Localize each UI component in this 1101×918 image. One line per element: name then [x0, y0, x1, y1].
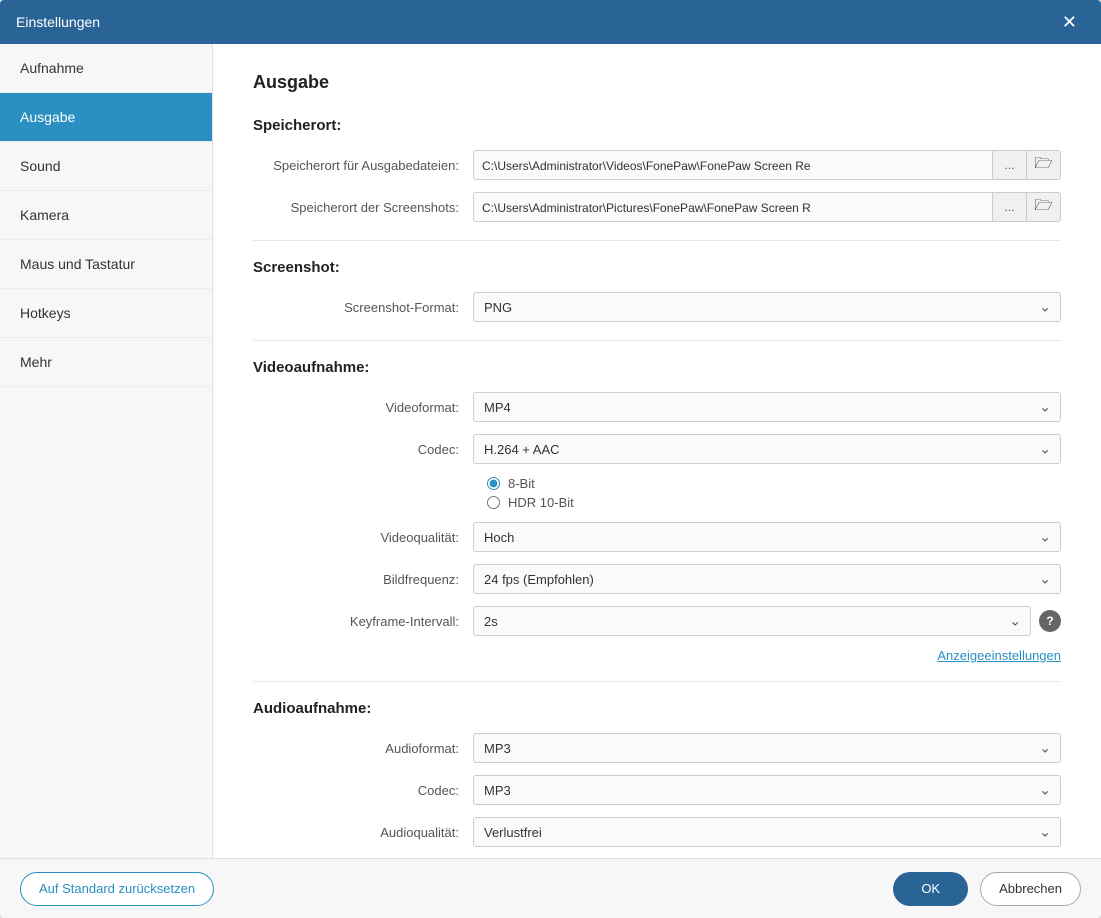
- title-bar: Einstellungen ✕: [0, 0, 1101, 44]
- keyframe-help-icon[interactable]: ?: [1039, 610, 1061, 632]
- screenshot-label: Speicherort der Screenshots:: [253, 200, 473, 215]
- ausgabe-label: Speicherort für Ausgabedateien:: [253, 158, 473, 173]
- sidebar-item-hotkeys[interactable]: Hotkeys: [0, 289, 212, 338]
- keyframe-label: Keyframe-Intervall:: [253, 614, 473, 629]
- sidebar-item-mehr[interactable]: Mehr: [0, 338, 212, 387]
- bildfrequenz-select[interactable]: 24 fps (Empfohlen) 30 fps 60 fps: [473, 564, 1061, 594]
- footer: Auf Standard zurücksetzen OK Abbrechen: [0, 858, 1101, 918]
- ausgabe-folder-button[interactable]: 🗁: [1027, 150, 1061, 180]
- ausgabe-path-wrap: C:\Users\Administrator\Videos\FonePaw\Fo…: [473, 150, 1061, 180]
- keyframe-select-wrap: 2s 3s 5s 10s ⌄: [473, 606, 1031, 636]
- cancel-button[interactable]: Abbrechen: [980, 872, 1081, 906]
- speicherort-title: Speicherort:: [253, 117, 1061, 134]
- page-title: Ausgabe: [253, 72, 1061, 93]
- audio-qualitaet-select[interactable]: Verlustfrei Hoch Mittel Niedrig: [473, 817, 1061, 847]
- audio-qualitaet-select-wrap: Verlustfrei Hoch Mittel Niedrig ⌄: [473, 817, 1061, 847]
- qualitaet-select[interactable]: Hoch Mittel Niedrig: [473, 522, 1061, 552]
- sidebar-item-ausgabe[interactable]: Ausgabe: [0, 93, 212, 142]
- videoaufnahme-title: Videoaufnahme:: [253, 359, 1061, 376]
- keyframe-group: Keyframe-Intervall: 2s 3s 5s 10s ⌄ ?: [253, 606, 1061, 636]
- codec-group: Codec: H.264 + AAC H.265 + AAC VP9 ⌄: [253, 434, 1061, 464]
- audio-codec-label: Codec:: [253, 783, 473, 798]
- bildfrequenz-select-wrap: 24 fps (Empfohlen) 30 fps 60 fps ⌄: [473, 564, 1061, 594]
- sidebar-item-maus[interactable]: Maus und Tastatur: [0, 240, 212, 289]
- video-format-select[interactable]: MP4 AVI MOV MKV: [473, 392, 1061, 422]
- codec-label: Codec:: [253, 442, 473, 457]
- audio-qualitaet-group: Audioqualität: Verlustfrei Hoch Mittel N…: [253, 817, 1061, 847]
- keyframe-select[interactable]: 2s 3s 5s 10s: [473, 606, 1031, 636]
- screenshot-format-label: Screenshot-Format:: [253, 300, 473, 315]
- sidebar-item-sound[interactable]: Sound: [0, 142, 212, 191]
- sidebar: Aufnahme Ausgabe Sound Kamera Maus und T…: [0, 44, 213, 858]
- qualitaet-label: Videoqualität:: [253, 530, 473, 545]
- bildfrequenz-group: Bildfrequenz: 24 fps (Empfohlen) 30 fps …: [253, 564, 1061, 594]
- audio-codec-group: Codec: MP3 AAC ⌄: [253, 775, 1061, 805]
- radio-hdr-input[interactable]: [487, 496, 500, 509]
- radio-hdr-label: HDR 10-Bit: [508, 495, 574, 510]
- sidebar-item-kamera[interactable]: Kamera: [0, 191, 212, 240]
- video-format-label: Videoformat:: [253, 400, 473, 415]
- divider-1: [253, 240, 1061, 241]
- audio-format-label: Audioformat:: [253, 741, 473, 756]
- keyframe-wrap: 2s 3s 5s 10s ⌄ ?: [473, 606, 1061, 636]
- sidebar-item-aufnahme[interactable]: Aufnahme: [0, 44, 212, 93]
- qualitaet-group: Videoqualität: Hoch Mittel Niedrig ⌄: [253, 522, 1061, 552]
- radio-8bit-label: 8-Bit: [508, 476, 535, 491]
- screenshot-path-group: Speicherort der Screenshots: C:\Users\Ad…: [253, 192, 1061, 222]
- video-format-group: Videoformat: MP4 AVI MOV MKV ⌄: [253, 392, 1061, 422]
- settings-window: Einstellungen ✕ Aufnahme Ausgabe Sound K…: [0, 0, 1101, 918]
- ausgabe-dots-button[interactable]: ...: [993, 150, 1027, 180]
- screenshot-format-select[interactable]: PNG JPG BMP: [473, 292, 1061, 322]
- anzeige-link[interactable]: Anzeigeeinstellungen: [253, 648, 1061, 663]
- screenshot-folder-button[interactable]: 🗁: [1027, 192, 1061, 222]
- screenshot-path-input[interactable]: C:\Users\Administrator\Pictures\FonePaw\…: [473, 192, 993, 222]
- codec-select[interactable]: H.264 + AAC H.265 + AAC VP9: [473, 434, 1061, 464]
- audio-format-select[interactable]: MP3 AAC WAV FLAC: [473, 733, 1061, 763]
- audio-qualitaet-label: Audioqualität:: [253, 825, 473, 840]
- bildfrequenz-wrap: 24 fps (Empfohlen) 30 fps 60 fps ⌄: [473, 564, 1061, 594]
- radio-hdr: HDR 10-Bit: [487, 495, 1061, 510]
- screenshot-title: Screenshot:: [253, 259, 1061, 276]
- qualitaet-select-wrap: Hoch Mittel Niedrig ⌄: [473, 522, 1061, 552]
- divider-2: [253, 340, 1061, 341]
- audioaufnahme-title: Audioaufnahme:: [253, 700, 1061, 717]
- video-format-select-wrap: MP4 AVI MOV MKV ⌄: [473, 392, 1061, 422]
- bildfrequenz-label: Bildfrequenz:: [253, 572, 473, 587]
- audio-format-select-wrap: MP3 AAC WAV FLAC ⌄: [473, 733, 1061, 763]
- screenshot-path-wrap: C:\Users\Administrator\Pictures\FonePaw\…: [473, 192, 1061, 222]
- codec-select-wrap: H.264 + AAC H.265 + AAC VP9 ⌄: [473, 434, 1061, 464]
- audio-format-wrap: MP3 AAC WAV FLAC ⌄: [473, 733, 1061, 763]
- audio-codec-select[interactable]: MP3 AAC: [473, 775, 1061, 805]
- bit-depth-group: 8-Bit HDR 10-Bit: [487, 476, 1061, 510]
- close-button[interactable]: ✕: [1054, 8, 1085, 37]
- divider-3: [253, 681, 1061, 682]
- screenshot-format-select-wrap: PNG JPG BMP ⌄: [473, 292, 1061, 322]
- video-format-wrap: MP4 AVI MOV MKV ⌄: [473, 392, 1061, 422]
- footer-right: OK Abbrechen: [893, 872, 1081, 906]
- ausgabe-path-group: Speicherort für Ausgabedateien: C:\Users…: [253, 150, 1061, 180]
- radio-8bit-input[interactable]: [487, 477, 500, 490]
- screenshot-format-group: Screenshot-Format: PNG JPG BMP ⌄: [253, 292, 1061, 322]
- screenshot-format-wrap: PNG JPG BMP ⌄: [473, 292, 1061, 322]
- screenshot-dots-button[interactable]: ...: [993, 192, 1027, 222]
- window-title: Einstellungen: [16, 14, 1054, 30]
- main-content: Ausgabe Speicherort: Speicherort für Aus…: [213, 44, 1101, 858]
- folder-icon: 🗁: [1034, 153, 1053, 178]
- ausgabe-path-input[interactable]: C:\Users\Administrator\Videos\FonePaw\Fo…: [473, 150, 993, 180]
- radio-8bit: 8-Bit: [487, 476, 1061, 491]
- folder-icon-2: 🗁: [1034, 195, 1053, 220]
- reset-button[interactable]: Auf Standard zurücksetzen: [20, 872, 214, 906]
- audio-qualitaet-wrap: Verlustfrei Hoch Mittel Niedrig ⌄: [473, 817, 1061, 847]
- audio-codec-select-wrap: MP3 AAC ⌄: [473, 775, 1061, 805]
- codec-wrap: H.264 + AAC H.265 + AAC VP9 ⌄: [473, 434, 1061, 464]
- audio-codec-wrap: MP3 AAC ⌄: [473, 775, 1061, 805]
- qualitaet-wrap: Hoch Mittel Niedrig ⌄: [473, 522, 1061, 552]
- body: Aufnahme Ausgabe Sound Kamera Maus und T…: [0, 44, 1101, 858]
- audio-format-group: Audioformat: MP3 AAC WAV FLAC ⌄: [253, 733, 1061, 763]
- ok-button[interactable]: OK: [893, 872, 968, 906]
